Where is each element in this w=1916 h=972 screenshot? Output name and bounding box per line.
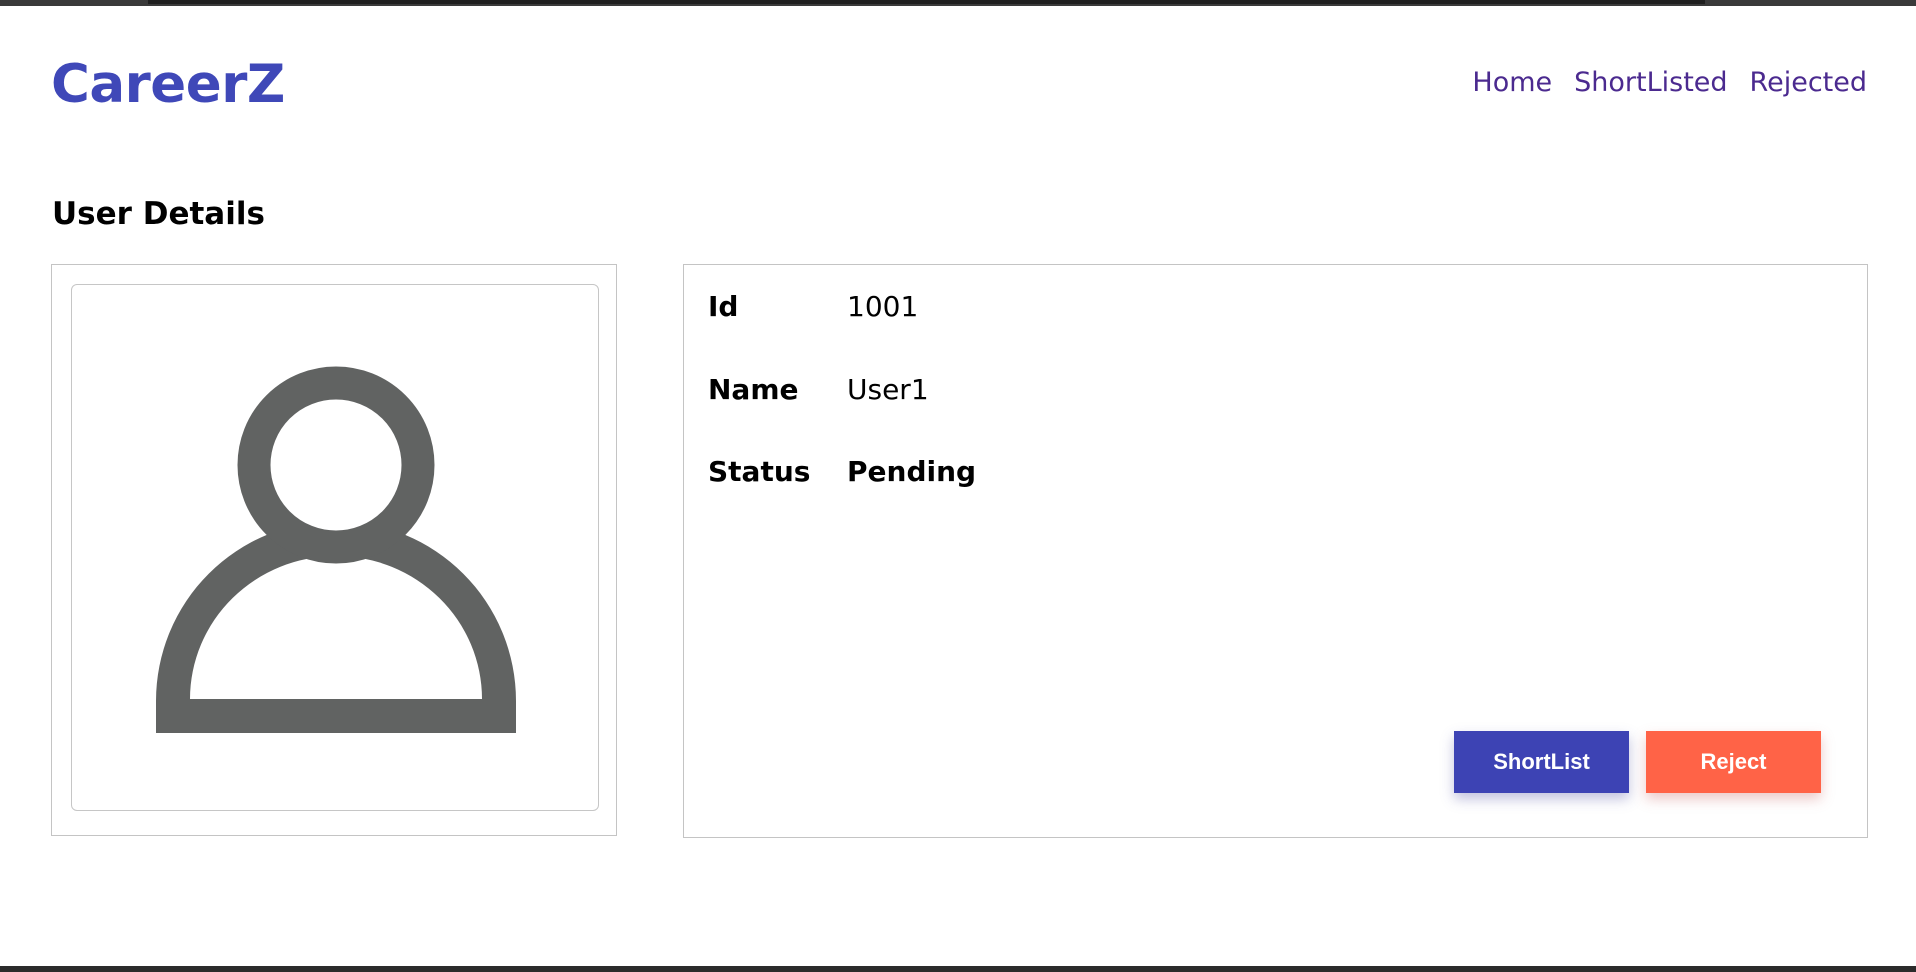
page-title: User Details bbox=[52, 196, 265, 232]
nav-link-home[interactable]: Home bbox=[1472, 66, 1552, 100]
status-value: Pending bbox=[847, 455, 977, 488]
detail-label-id: Id bbox=[708, 290, 739, 323]
app-logo[interactable]: CareerZ bbox=[51, 54, 285, 116]
nav-link-rejected[interactable]: Rejected bbox=[1750, 66, 1867, 100]
shortlist-button[interactable]: ShortList bbox=[1454, 731, 1629, 793]
user-photo-card bbox=[51, 264, 617, 836]
reject-button[interactable]: Reject bbox=[1646, 731, 1821, 793]
detail-row-status: Status Pending bbox=[708, 454, 976, 490]
bottom-window-bar bbox=[0, 966, 1916, 972]
detail-value-name: User1 bbox=[847, 373, 929, 406]
user-avatar-icon bbox=[156, 366, 516, 733]
user-details-card: Id 1001 Name User1 Status Pending ShortL… bbox=[683, 264, 1868, 838]
detail-label-status: Status bbox=[708, 455, 811, 488]
nav-link-shortlisted[interactable]: ShortListed bbox=[1574, 66, 1727, 100]
main-nav: Home ShortListed Rejected bbox=[1472, 66, 1867, 100]
detail-row-id: Id 1001 bbox=[708, 289, 918, 325]
top-window-bar bbox=[0, 0, 1916, 6]
detail-label-name: Name bbox=[708, 373, 799, 406]
detail-value-id: 1001 bbox=[847, 290, 919, 323]
top-window-bar-inner bbox=[148, 0, 1705, 4]
user-photo-frame bbox=[71, 284, 599, 811]
detail-row-name: Name User1 bbox=[708, 372, 929, 408]
